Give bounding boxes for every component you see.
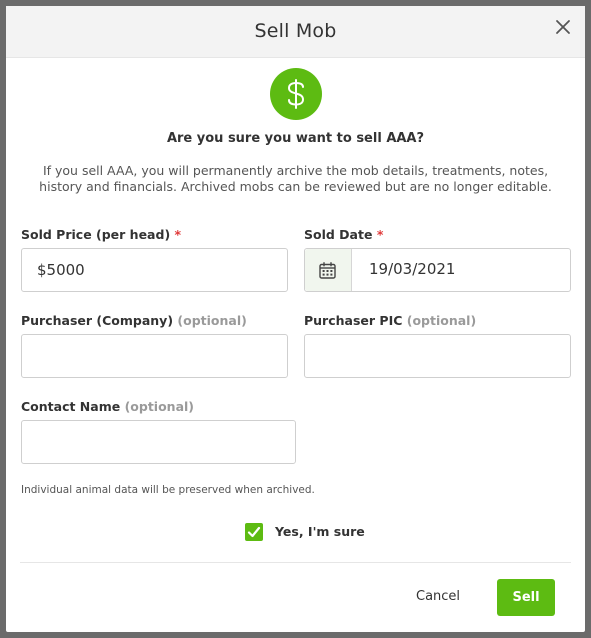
contact-name-input[interactable]: [22, 421, 295, 463]
footer-divider: [20, 562, 571, 563]
purchaser-company-label: Purchaser (Company) (optional): [21, 313, 247, 328]
purchaser-pic-input[interactable]: [305, 335, 570, 377]
optional-tag: (optional): [177, 313, 247, 328]
required-mark: *: [376, 227, 384, 242]
confirm-question: Are you sure you want to sell AAA?: [166, 131, 425, 146]
archive-footnote: Individual animal data will be preserved…: [21, 484, 315, 496]
sold-date-label-text: Sold Date: [304, 227, 373, 242]
sold-price-field[interactable]: [21, 248, 288, 292]
optional-tag: (optional): [124, 399, 195, 414]
purchaser-pic-label-text: Purchaser PIC: [304, 313, 403, 328]
sold-date-label: Sold Date *: [304, 227, 383, 242]
contact-name-label-text: Contact Name: [21, 399, 121, 414]
purchaser-company-field[interactable]: [21, 334, 288, 378]
sell-mob-dialog: Sell Mob Are you sure you want to sell A…: [6, 6, 585, 632]
calendar-icon: [319, 262, 336, 279]
required-mark: *: [174, 227, 182, 242]
dialog-title: Sell Mob: [254, 20, 337, 42]
cancel-button[interactable]: Cancel: [416, 589, 460, 604]
purchaser-company-input[interactable]: [22, 335, 287, 377]
contact-name-field[interactable]: [21, 420, 296, 464]
sell-button[interactable]: Sell: [497, 579, 555, 616]
close-button[interactable]: [553, 17, 573, 37]
dialog-header: Sell Mob: [6, 6, 585, 58]
check-icon: [247, 526, 261, 538]
archive-warning: If you sell AAA, you will permanently ar…: [39, 163, 552, 194]
dollar-icon: [287, 79, 305, 109]
purchaser-pic-field[interactable]: [304, 334, 571, 378]
calendar-button[interactable]: [305, 249, 352, 291]
close-icon: [556, 20, 570, 34]
dollar-badge: [270, 68, 322, 120]
sold-date-field[interactable]: 19/03/2021: [304, 248, 571, 292]
sold-price-label: Sold Price (per head) *: [21, 227, 181, 242]
sold-price-input[interactable]: [22, 249, 287, 291]
optional-tag: (optional): [406, 313, 477, 328]
sold-date-value[interactable]: 19/03/2021: [369, 260, 455, 278]
sold-price-label-text: Sold Price (per head): [21, 227, 171, 242]
purchaser-pic-label: Purchaser PIC (optional): [304, 313, 476, 328]
confirm-checkbox[interactable]: [245, 523, 263, 541]
contact-name-label: Contact Name (optional): [21, 399, 194, 414]
confirm-checkbox-label[interactable]: Yes, I'm sure: [275, 524, 365, 539]
purchaser-company-label-text: Purchaser (Company): [21, 313, 174, 328]
